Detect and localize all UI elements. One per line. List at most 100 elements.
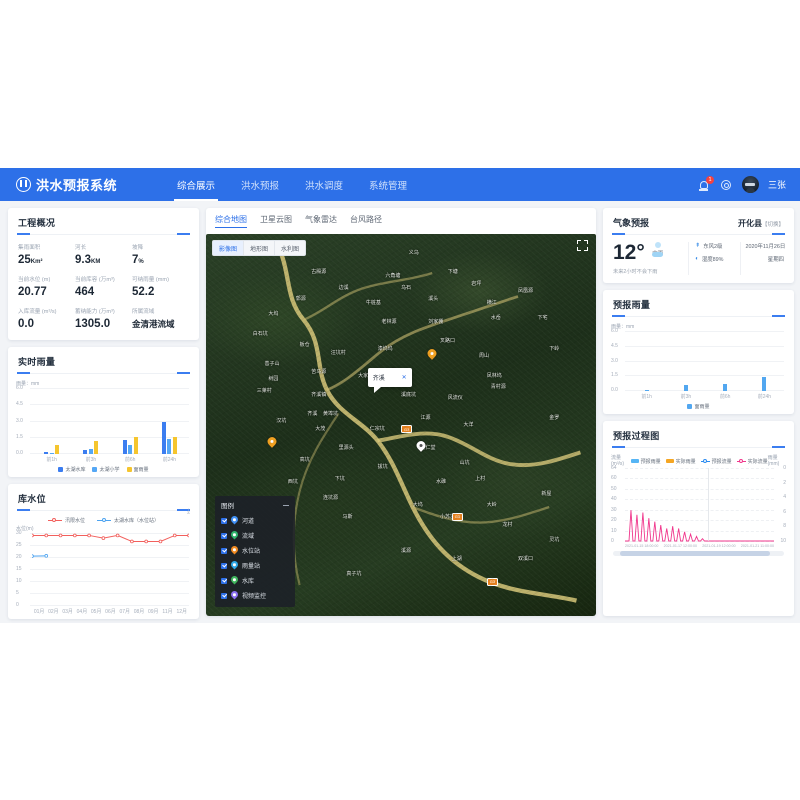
stat-item: 坡降7% [132, 243, 189, 266]
stat-value: 464 [75, 286, 132, 298]
notification-bell-icon[interactable]: 1 [698, 178, 711, 191]
chart-legend: 面雨量 [611, 403, 786, 410]
checkbox[interactable] [221, 548, 227, 554]
x-tick-label: 前6h [111, 456, 150, 463]
legend-item[interactable]: 实际雨量 [666, 458, 696, 465]
y-tick-label-right: 4 [783, 494, 786, 500]
map-legend-item[interactable]: 水库 [215, 573, 295, 588]
map-marker-station[interactable] [268, 437, 277, 448]
map-place-label: 汉坑 [276, 417, 286, 424]
map-place-label: 大岭 [487, 501, 497, 508]
map-marker-village[interactable] [416, 441, 425, 452]
stat-label: 当前水位 (m) [18, 275, 75, 283]
stat-label: 蓄纳能力 (万m³) [75, 307, 132, 315]
checkbox[interactable] [221, 518, 227, 524]
map-type-terrain[interactable]: 地形图 [244, 241, 275, 255]
nav-item-comprehensive[interactable]: 综合展示 [174, 168, 218, 201]
map-legend-panel: 图例 河道流域水位站雨量站水库视频监控 [215, 496, 295, 607]
map-place-label: 高坑 [300, 456, 310, 463]
bar-group [150, 388, 189, 454]
map-place-label: 老林源 [382, 318, 397, 325]
stat-value: 7% [132, 254, 189, 266]
weather-location-name: 开化县 [738, 219, 762, 228]
bar [50, 453, 54, 454]
map-type-imagery[interactable]: 影像图 [213, 241, 244, 255]
legend-item[interactable]: 太湖水库（水位站） [97, 517, 159, 524]
realtime-rainfall-card: 实时雨量 雨量：mm 6.04.53.01.50.0 前1h前3h前6h前24h… [8, 347, 199, 477]
map-popup-close-icon[interactable]: ✕ [402, 374, 407, 381]
x-tick-label: 前6h [706, 393, 745, 400]
forecast-process-title: 预报过程图 [603, 421, 794, 447]
map-legend-title: 图例 [221, 500, 234, 510]
weather-location[interactable]: 开化县【切换】 [738, 218, 784, 229]
x-tick-label: 09月 [146, 608, 160, 615]
map-place-label: 齐溪镇 [311, 391, 326, 398]
project-overview-card: 工程概况 集雨面积25Km² 河长9.3KM 坡降7% 当前水位 (m)20.7… [8, 208, 199, 340]
map-legend-item[interactable]: 雨量站 [215, 558, 295, 573]
tab-typhoon-path[interactable]: 台风路径 [350, 214, 382, 228]
y-tick-label: 20 [16, 554, 22, 560]
nav-item-flood-dispatch[interactable]: 洪水调度 [302, 168, 346, 201]
legend-item[interactable]: 预报流量 [701, 458, 732, 465]
map-type-hydraulic[interactable]: 水利图 [275, 241, 305, 255]
map-legend-item[interactable]: 视频监控 [215, 588, 295, 603]
checkbox[interactable] [221, 533, 227, 539]
legend-swatch [687, 404, 692, 409]
map-place-label: 溪头 [428, 295, 438, 302]
title-divider [17, 234, 190, 235]
map-place-label: 叉路口 [440, 337, 455, 344]
header-actions: 1 三张 [698, 168, 786, 201]
user-avatar[interactable] [742, 176, 759, 193]
y-tick-label-right: 2 [783, 480, 786, 486]
checkbox[interactable] [221, 578, 227, 584]
map-place-label: 拔坑 [378, 463, 388, 470]
map-place-label: 新屋 [541, 490, 551, 497]
legend-item[interactable]: 实际流量 [737, 458, 768, 465]
map-place-label: 水岙 [491, 314, 501, 321]
map-legend-item[interactable]: 流域 [215, 528, 295, 543]
map-place-label: 江源 [421, 414, 431, 421]
x-tick-label: 前1h [627, 393, 666, 400]
nav-item-flood-forecast[interactable]: 洪水预报 [238, 168, 282, 201]
map-place-label: 岩坪 [471, 280, 481, 287]
legend-item[interactable]: 预报雨量 [631, 458, 661, 465]
app-header: 洪水预报系统 综合展示 洪水预报 洪水调度 系统管理 1 三张 [0, 168, 800, 201]
legend-item[interactable]: 面雨量 [687, 403, 709, 410]
y-tick-label-left: 20 [611, 517, 617, 523]
x-tick-label: 前24h [745, 393, 784, 400]
bar [128, 445, 132, 454]
tab-weather-radar[interactable]: 气象雷达 [305, 214, 337, 228]
legend-item[interactable]: 汛限水位 [48, 517, 85, 524]
y-tick-label: 5 [16, 590, 19, 596]
stat-item: 可纳雨量 (mm)52.2 [132, 275, 189, 298]
plot-area: 302520151050 [16, 533, 191, 606]
map-place-label: 下岭 [549, 345, 559, 352]
tab-comprehensive-map[interactable]: 综合地图 [215, 214, 247, 228]
minimize-icon[interactable] [283, 505, 289, 506]
weather-location-switch[interactable]: 【切换】 [762, 222, 784, 228]
map-pin-icon [231, 531, 238, 540]
checkbox[interactable] [221, 593, 227, 599]
legend-item[interactable]: 太湖水库 [58, 466, 85, 473]
humidity-icon: ◐ [695, 256, 699, 262]
settings-gear-icon[interactable] [720, 178, 733, 191]
tab-satellite-cloud[interactable]: 卫星云图 [260, 214, 292, 228]
legend-item[interactable]: 面雨量 [127, 466, 149, 473]
legend-label: 预报雨量 [641, 458, 661, 465]
y-axis-unit: 雨量：mm [611, 323, 786, 330]
map-place-label: 风流仪 [448, 394, 463, 401]
map-marker-reservoir[interactable] [428, 349, 437, 360]
map-legend-item[interactable]: 水位站 [215, 543, 295, 558]
map-popup[interactable]: 齐溪 ✕ [368, 368, 412, 387]
chart-horizontal-scrollbar[interactable] [613, 551, 784, 556]
nav-item-system-management[interactable]: 系统管理 [366, 168, 410, 201]
legend-item[interactable]: 太湖小学 [92, 466, 119, 473]
fullscreen-icon[interactable] [577, 240, 588, 251]
y-tick-label-right: 10 [780, 538, 786, 544]
map-place-label: 周山 [479, 352, 489, 359]
map-canvas[interactable]: 义乌古殿源六角塘下塘边溪乌石岩坪郭源牛桩基溪头横江凤凰源大坞老林源刘家棚水岙下宅… [206, 234, 596, 616]
checkbox[interactable] [221, 563, 227, 569]
map-place-label: 黄埠坑 [323, 410, 338, 417]
stat-label: 入库流量 (m³/s) [18, 307, 75, 315]
map-legend-item[interactable]: 河道 [215, 513, 295, 528]
